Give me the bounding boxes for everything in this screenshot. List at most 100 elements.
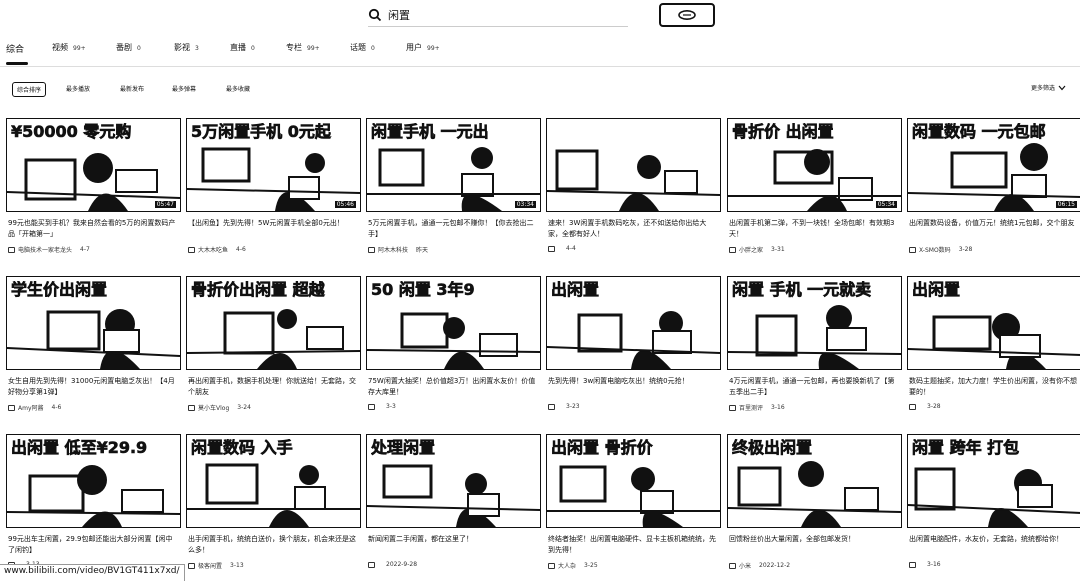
uploader-name[interactable]: 百里测评 xyxy=(739,403,763,412)
tab-movie[interactable]: 影视 3 xyxy=(174,42,199,53)
video-title[interactable]: 女生自用先到先得！31000元闲置电脑乏灰出！【4月好物分享第1弹】 xyxy=(8,376,176,398)
uploader-name[interactable]: 电脑技术一家老龙头 xyxy=(18,245,72,254)
video-title[interactable]: 出闲置数码设备，价值万元！统统1元包邮，交个朋友 xyxy=(909,218,1077,229)
uploader-name[interactable]: Amy阿酱 xyxy=(18,403,44,412)
uploader-name[interactable]: X-SMO数码 xyxy=(919,245,951,254)
video-title[interactable]: 75W闲置大抽奖！总价值超3万！出闲置水友价！价值存大库里！ xyxy=(368,376,536,398)
video-thumbnail[interactable]: 闲置数码 一元包邮 06:15 xyxy=(907,118,1080,212)
video-card[interactable]: 出闲置 先到先得！3w闲置电脑吃灰出！统统0元抢！ 3-23 xyxy=(546,276,721,426)
thumbnail-art xyxy=(547,149,720,211)
video-title[interactable]: 速来！3W闲置手机数码吃灰，还不如送给你出给大家，全都有好人！ xyxy=(548,218,716,240)
video-thumbnail[interactable]: 骨折价出闲置 超越 xyxy=(186,276,361,370)
video-card[interactable]: ¥50000 零元购 05:47 99元也能买到手机？我来自然会看的5万的闲置数… xyxy=(6,118,181,268)
chevron-down-icon xyxy=(1058,85,1066,90)
video-thumbnail[interactable]: 闲置 跨年 打包 xyxy=(907,434,1080,528)
video-meta: 3-3 xyxy=(368,403,536,410)
video-card[interactable]: 闲置数码 入手 出手闲置手机，统统白送价，换个朋友，机会来还是这么多！ 极客闲置… xyxy=(186,434,361,584)
publish-date: 3-16 xyxy=(927,561,941,568)
tab-live[interactable]: 直播 0 xyxy=(230,42,255,53)
uploader-icon xyxy=(188,404,195,411)
thumbnail-headline: 5万闲置手机 0元起 xyxy=(191,123,331,141)
search-bar: 闲置 xyxy=(0,0,1080,34)
search-button[interactable] xyxy=(659,3,715,27)
video-title[interactable]: 先到先得！3w闲置电脑吃灰出！统统0元抢！ xyxy=(548,376,716,387)
video-card[interactable]: 速来！3W闲置手机数码吃灰，还不如送给你出给大家，全都有好人！ 4-4 xyxy=(546,118,721,268)
video-meta: 3-16 xyxy=(909,561,1077,568)
video-title[interactable]: 再出闲置手机，数据手机处理！你就送给！无套路，交个朋友 xyxy=(188,376,356,398)
video-thumbnail[interactable]: 出闲置 骨折价 xyxy=(546,434,721,528)
video-thumbnail[interactable]: 5万闲置手机 0元起 05:46 xyxy=(186,118,361,212)
video-title[interactable]: 终结者抽奖！出闲置电脑硬件、显卡主板机箱统统，先到先得！ xyxy=(548,534,716,556)
uploader-icon xyxy=(368,403,375,410)
uploader-name[interactable]: 小胖之家 xyxy=(739,245,763,254)
video-title[interactable]: 99元出车主闲置，29.9包邮还能出大部分闲置【闲中了闲钓】 xyxy=(8,534,176,556)
video-card[interactable]: 闲置手机 一元出 03:34 5万元闲置手机，通通一元包邮不赚你！【你去抢出二手… xyxy=(366,118,541,268)
filter-most-danmaku[interactable]: 最多弹幕 xyxy=(172,84,196,93)
uploader-icon xyxy=(368,246,375,253)
video-card[interactable]: 闲置 手机 一元就卖 4万元闲置手机，通通一元包邮，再也要换新机了【第五季出二手… xyxy=(727,276,902,426)
video-card[interactable]: 终极出闲置 回馈粉丝价出大量闲置，全部包邮发货！ 小米 2022-12-2 xyxy=(727,434,902,584)
filter-newest[interactable]: 最新发布 xyxy=(120,84,144,93)
video-meta: 电脑技术一家老龙头 4-7 xyxy=(8,245,176,254)
video-title[interactable]: 出手闲置手机，统统白送价，换个朋友，机会来还是这么多！ xyxy=(188,534,356,556)
filter-most-favorites[interactable]: 最多收藏 xyxy=(226,84,250,93)
uploader-name[interactable]: 阿木木科技 xyxy=(378,245,408,254)
video-title[interactable]: 出闲置电脑配件，水友价，无套路，统统都给你！ xyxy=(909,534,1077,545)
video-title[interactable]: 出闲置手机第二弹，不到一块钱！全场包邮！有效期3天！ xyxy=(729,218,897,240)
video-card[interactable]: 闲置数码 一元包邮 06:15 出闲置数码设备，价值万元！统统1元包邮，交个朋友… xyxy=(907,118,1080,268)
tab-all[interactable]: 综合 xyxy=(6,42,24,55)
video-card[interactable]: 闲置 跨年 打包 出闲置电脑配件，水友价，无套路，统统都给你！ 3-16 xyxy=(907,434,1080,584)
video-thumbnail[interactable]: 闲置手机 一元出 03:34 xyxy=(366,118,541,212)
video-title[interactable]: 4万元闲置手机，通通一元包邮，再也要换新机了【第五季出二手】 xyxy=(729,376,897,398)
video-title[interactable]: 回馈粉丝价出大量闲置，全部包邮发货！ xyxy=(729,534,897,545)
video-title[interactable]: 【出闲鱼】先到先得！5W元闲置手机全部0元出！ xyxy=(188,218,356,229)
video-card[interactable]: 5万闲置手机 0元起 05:46 【出闲鱼】先到先得！5W元闲置手机全部0元出！… xyxy=(186,118,361,268)
result-type-tabs: 综合 视频 99+ 番剧 0 影视 3 直播 0 专栏 99+ 话题 0 用户 99+ xyxy=(0,38,1080,67)
video-meta: 极客闲置 3-13 xyxy=(188,561,356,570)
video-thumbnail[interactable]: 出闲置 xyxy=(546,276,721,370)
video-title[interactable]: 99元也能买到手机？我来自然会看的5万的闲置数码产品「开箱第一」 xyxy=(8,218,176,240)
video-card[interactable]: 骨折价 出闲置 05:34 出闲置手机第二弹，不到一块钱！全场包邮！有效期3天！… xyxy=(727,118,902,268)
video-thumbnail[interactable]: 骨折价 出闲置 05:34 xyxy=(727,118,902,212)
video-thumbnail[interactable]: 终极出闲置 xyxy=(727,434,902,528)
video-meta: 3-23 xyxy=(548,403,716,410)
video-thumbnail[interactable]: 学生价出闲置 xyxy=(6,276,181,370)
tab-video[interactable]: 视频 99+ xyxy=(52,42,86,53)
video-thumbnail[interactable]: 50 闲置 3年9 xyxy=(366,276,541,370)
filter-most-played[interactable]: 最多播放 xyxy=(66,84,90,93)
video-title[interactable]: 5万元闲置手机，通通一元包邮不赚你！【你去抢出二手】 xyxy=(368,218,536,240)
video-thumbnail[interactable]: 出闲置 xyxy=(907,276,1080,370)
uploader-name[interactable]: 极客闲置 xyxy=(198,561,222,570)
video-thumbnail[interactable]: 闲置数码 入手 xyxy=(186,434,361,528)
video-card[interactable]: 出闲置 低至¥29.9 99元出车主闲置，29.9包邮还能出大部分闲置【闲中了闲… xyxy=(6,434,181,584)
tab-article[interactable]: 专栏 99+ xyxy=(286,42,320,53)
tab-topic[interactable]: 话题 0 xyxy=(350,42,375,53)
video-thumbnail[interactable]: 处理闲置 xyxy=(366,434,541,528)
video-card[interactable]: 学生价出闲置 女生自用先到先得！31000元闲置电脑乏灰出！【4月好物分享第1弹… xyxy=(6,276,181,426)
publish-date: 3-25 xyxy=(584,562,598,569)
video-card[interactable]: 处理闲置 新闻闲置二手闲置，都在这里了！ 2022-9-28 xyxy=(366,434,541,584)
video-card[interactable]: 骨折价出闲置 超越 再出闲置手机，数据手机处理！你就送给！无套路，交个朋友 莫小… xyxy=(186,276,361,426)
video-thumbnail[interactable]: 出闲置 低至¥29.9 xyxy=(6,434,181,528)
more-filters-button[interactable]: 更多筛选 xyxy=(1031,83,1066,92)
tab-user[interactable]: 用户 99+ xyxy=(406,42,440,53)
search-query[interactable]: 闲置 xyxy=(388,7,410,23)
uploader-name[interactable]: 大木木吃鱼 xyxy=(198,245,228,254)
uploader-icon xyxy=(188,246,195,253)
uploader-name[interactable]: 莫小车Vlog xyxy=(198,403,229,412)
video-thumbnail[interactable] xyxy=(546,118,721,212)
video-card[interactable]: 出闲置 骨折价 终结者抽奖！出闲置电脑硬件、显卡主板机箱统统，先到先得！ 大人杂… xyxy=(546,434,721,584)
video-meta: 大人杂 3-25 xyxy=(548,561,716,570)
uploader-name[interactable]: 大人杂 xyxy=(558,561,576,570)
video-title[interactable]: 新闻闲置二手闲置，都在这里了！ xyxy=(368,534,536,545)
search-field[interactable]: 闲置 xyxy=(368,4,628,27)
video-title[interactable]: 数码主题抽奖，加大力度！学生价出闲置，没有你不想要的！ xyxy=(909,376,1077,398)
video-thumbnail[interactable]: 闲置 手机 一元就卖 xyxy=(727,276,902,370)
uploader-name[interactable]: 小米 xyxy=(739,561,751,570)
video-card[interactable]: 出闲置 数码主题抽奖，加大力度！学生价出闲置，没有你不想要的！ 3-28 xyxy=(907,276,1080,426)
thumbnail-headline: 学生价出闲置 xyxy=(11,281,108,299)
tab-bangumi[interactable]: 番剧 0 xyxy=(116,42,141,53)
filter-default[interactable]: 综合排序 xyxy=(12,82,47,97)
video-card[interactable]: 50 闲置 3年9 75W闲置大抽奖！总价值超3万！出闲置水友价！价值存大库里！… xyxy=(366,276,541,426)
video-thumbnail[interactable]: ¥50000 零元购 05:47 xyxy=(6,118,181,212)
